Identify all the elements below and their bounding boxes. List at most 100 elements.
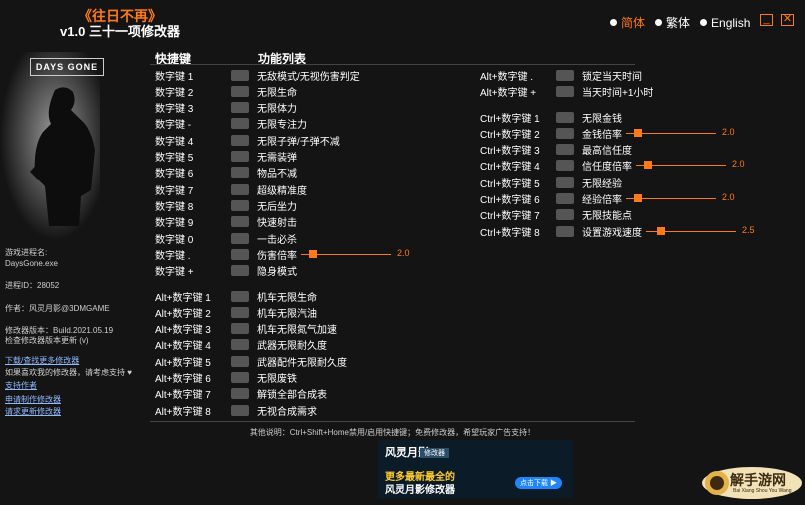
hotkey-label: Alt+数字键 4 (155, 341, 211, 353)
cheat-row: 数字键 7 超级精准度 (155, 181, 307, 197)
hotkey-label: Ctrl+数字键 3 (480, 146, 540, 158)
footer-note: 其他说明：Ctrl+Shift+Home禁用/启用快捷键；免费修改器，希望玩家广… (249, 428, 536, 437)
toggle-switch[interactable] (231, 355, 249, 367)
process-label: 游戏进程名: (5, 248, 48, 257)
hotkey-label: Alt+数字键 7 (155, 390, 211, 402)
hotkey-label: 数字键 2 (155, 87, 194, 99)
toggle-switch[interactable] (231, 216, 249, 228)
cheat-label: 最高信任度 (582, 146, 632, 158)
lang-simplified[interactable]: 简体 (610, 14, 645, 31)
toggle-switch[interactable] (556, 209, 574, 221)
toggle-switch[interactable] (231, 118, 249, 130)
toggle-switch[interactable] (556, 160, 574, 172)
toggle-switch[interactable] (556, 176, 574, 188)
lang-traditional[interactable]: 繁体 (655, 14, 690, 31)
game-title: 《往日不再》 (78, 8, 162, 24)
slider-thumb[interactable] (309, 249, 317, 258)
cheat-label: 无限经验 (582, 178, 622, 190)
toggle-switch[interactable] (231, 339, 249, 351)
lang-english[interactable]: English (700, 16, 750, 30)
toggle-switch[interactable] (231, 102, 249, 114)
slider-thumb[interactable] (644, 161, 652, 170)
hotkey-label: Ctrl+数字键 7 (480, 211, 540, 223)
cheat-row: Alt+数字键 2 机车无限汽油 (155, 304, 317, 320)
radio-icon (700, 19, 708, 26)
cheat-label: 超级精准度 (257, 185, 307, 197)
hotkey-label: 数字键 1 (155, 71, 194, 83)
cheat-label: 无限专注力 (257, 120, 307, 132)
support-text: 如果喜欢我的修改器，请考虑支持 ♥ (5, 368, 132, 377)
cheat-label: 无限技能点 (582, 211, 632, 223)
cheat-label: 信任度倍率 (582, 162, 632, 174)
toggle-switch[interactable] (231, 183, 249, 195)
toggle-switch[interactable] (231, 372, 249, 383)
cheat-row: Alt+数字键 + 当天时间+1小时 (480, 83, 653, 99)
author: 作者：风灵月影@3DMGAME (5, 304, 110, 313)
toggle-switch[interactable] (556, 111, 574, 123)
value-slider[interactable]: 2.0 (636, 159, 756, 171)
slider-thumb[interactable] (634, 128, 642, 137)
cheat-label: 无限生命 (257, 87, 297, 99)
value-slider[interactable]: 2.0 (301, 247, 421, 260)
cheat-label: 金钱倍率 (582, 129, 622, 141)
ad-download-button[interactable]: 点击下载 ▶ (515, 477, 562, 489)
game-cover (0, 52, 100, 240)
watermark-text: 解手游网 (730, 472, 786, 488)
value-slider[interactable]: 2.0 (626, 127, 746, 139)
hotkey-label: 数字键 . (155, 250, 191, 262)
support-author-link[interactable]: 支持作者 (5, 381, 37, 391)
toggle-switch[interactable] (556, 85, 574, 97)
cheat-label: 物品不减 (257, 169, 297, 181)
request-trainer-link[interactable]: 申请制作修改器 (5, 395, 61, 405)
toggle-switch[interactable] (231, 404, 249, 416)
cheat-row: 数字键 9 快速射击 (155, 214, 297, 230)
cheat-label: 机车无限汽油 (257, 308, 317, 320)
toggle-switch[interactable] (556, 69, 574, 81)
toggle-switch[interactable] (231, 290, 249, 302)
footer-divider (150, 421, 635, 422)
toggle-switch[interactable] (556, 144, 574, 156)
cheat-row: 数字键 4 无限子弹/子弹不减 (155, 132, 340, 148)
close-button[interactable]: ✕ (781, 14, 794, 26)
hotkey-label: Ctrl+数字键 1 (480, 113, 540, 125)
cheat-label: 伤害倍率 (257, 250, 297, 262)
slider-value: 2.0 (397, 247, 410, 258)
toggle-switch[interactable] (231, 232, 249, 244)
slider-thumb[interactable] (657, 226, 665, 235)
minimize-button[interactable]: _ (760, 14, 773, 26)
value-slider[interactable]: 2.0 (626, 192, 746, 204)
slider-thumb[interactable] (634, 194, 642, 202)
toggle-switch[interactable] (231, 306, 249, 318)
cheat-label: 机车无限氮气加速 (257, 325, 337, 337)
toggle-switch[interactable] (231, 69, 249, 81)
ad-tag: 修改器 (420, 448, 449, 458)
game-logo: DAYS GONE (30, 58, 104, 76)
check-update-link[interactable]: 检查修改器版本更新 (v) (5, 336, 89, 346)
toggle-switch[interactable] (231, 323, 249, 335)
toggle-switch[interactable] (231, 134, 249, 146)
toggle-switch[interactable] (231, 167, 249, 179)
value-slider[interactable]: 2.5 (646, 224, 766, 237)
cheat-label: 武器无限耐久度 (257, 341, 327, 353)
toggle-switch[interactable] (556, 193, 574, 204)
request-update-link[interactable]: 请求更新修改器 (5, 407, 61, 417)
cheat-label: 无限废铁 (257, 374, 297, 385)
hotkey-label: 数字键 0 (155, 234, 194, 246)
cheat-row: Alt+数字键 . 锁定当天时间 (480, 67, 642, 83)
toggle-switch[interactable] (556, 225, 574, 237)
toggle-switch[interactable] (231, 199, 249, 211)
cheat-label: 无敌模式/无视伤害判定 (257, 71, 360, 83)
slider-value: 2.5 (742, 224, 755, 235)
download-more-link[interactable]: 下载/查找更多修改器 (5, 356, 79, 366)
window-controls: _ ✕ (760, 14, 794, 26)
toggle-switch[interactable] (231, 85, 249, 97)
cheat-label: 设置游戏速度 (582, 227, 642, 239)
toggle-switch[interactable] (231, 265, 249, 277)
toggle-switch[interactable] (231, 248, 249, 260)
cheat-row: 数字键 1 无敌模式/无视伤害判定 (155, 67, 360, 83)
cheat-row: Ctrl+数字键 4 信任度倍率 2.0 (480, 158, 756, 174)
toggle-switch[interactable] (231, 151, 249, 162)
toggle-switch[interactable] (231, 388, 249, 400)
cheat-label: 解锁全部合成表 (257, 390, 327, 402)
toggle-switch[interactable] (556, 127, 574, 139)
